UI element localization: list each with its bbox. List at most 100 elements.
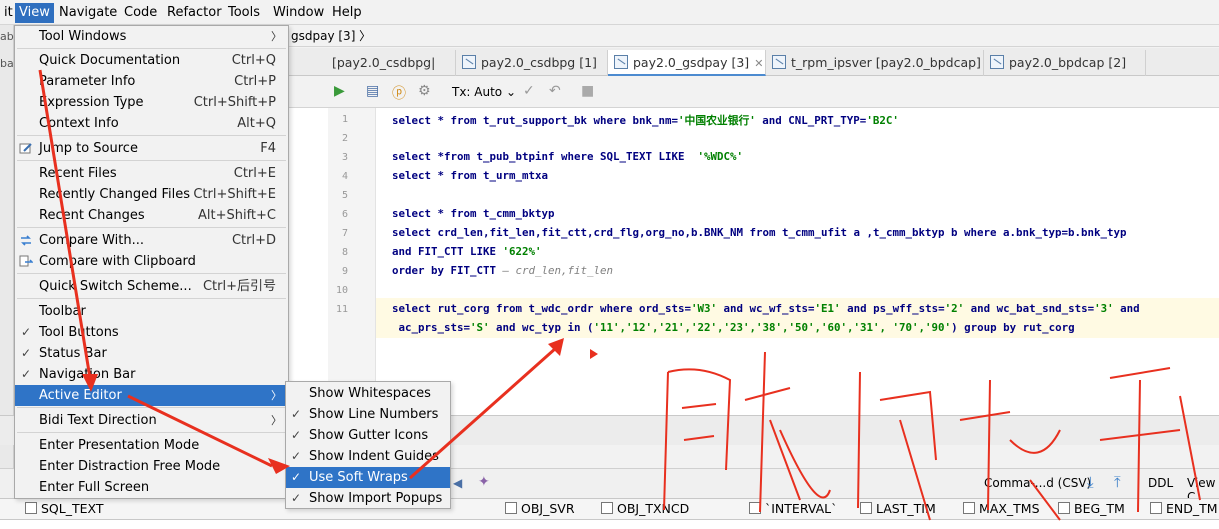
line-number-gutter: 1 2 3 4 5 6 7 8 9 10 11: [328, 108, 376, 415]
menu-item-active-editor[interactable]: Active Editor 〉: [15, 385, 288, 406]
menu-separator: [17, 160, 286, 161]
menu-item-distraction-free-mode[interactable]: Enter Distraction Free Mode: [15, 456, 288, 477]
rollback-icon[interactable]: ↶: [549, 83, 561, 99]
pin-icon[interactable]: ✦: [478, 474, 490, 490]
check-icon: ✓: [21, 325, 32, 339]
tx-label: Tx: Auto: [452, 85, 503, 99]
tab-bpdcap-2[interactable]: pay2.0_bpdcap [2]: [984, 50, 1146, 76]
transaction-mode-select[interactable]: Tx: Auto ⌄: [452, 85, 516, 99]
code-line-9: order by FIT_CTT — crd_len,fit_len: [392, 264, 614, 277]
breadcrumb[interactable]: gsdpay [3] 〉: [288, 25, 1219, 47]
column-icon: [25, 502, 37, 514]
menu-bar: it View Navigate Code Refactor Tools Win…: [0, 0, 1219, 25]
project-strip: ab bas bas: [0, 25, 19, 529]
export-format-select[interactable]: Comma-...d (CSV): [984, 476, 1091, 490]
explain-plan-icon[interactable]: ▤: [366, 83, 379, 99]
column-header[interactable]: BEG_TM: [1058, 501, 1125, 516]
line-number: 9: [341, 266, 348, 277]
strip-label-top: ab: [0, 30, 14, 43]
menu-separator: [17, 298, 286, 299]
menu-item-toolbar[interactable]: Toolbar: [15, 301, 288, 322]
menu-refactor[interactable]: Refactor: [163, 3, 226, 23]
console-icon: [990, 55, 1004, 69]
line-number: 10: [335, 285, 348, 296]
menu-item-full-screen[interactable]: Enter Full Screen: [15, 477, 288, 498]
column-header[interactable]: SQL_TEXT: [25, 501, 104, 516]
tab-csdbpg-partial[interactable]: [pay2.0_csdbpg|: [326, 50, 456, 76]
editor-toolbar: ▶ ▤ ⓟ ⚙ Tx: Auto ⌄ ✓ ↶ ■: [288, 77, 1219, 108]
submenu-item-show-gutter-icons[interactable]: ✓ Show Gutter Icons: [286, 425, 450, 446]
close-icon[interactable]: ✕: [754, 57, 763, 70]
menu-item-quick-switch-scheme[interactable]: Quick Switch Scheme... Ctrl+后引号: [15, 276, 288, 297]
line-number: 2: [341, 133, 348, 144]
menu-item-recently-changed-files[interactable]: Recently Changed Files Ctrl+Shift+E: [15, 184, 288, 205]
column-header[interactable]: MAX_TMS: [963, 501, 1040, 516]
edit-source-icon: [19, 143, 32, 154]
check-icon: ✓: [21, 346, 32, 360]
check-icon: ✓: [291, 470, 302, 484]
run-icon[interactable]: ▶: [334, 83, 345, 99]
upload-icon[interactable]: ⤒: [1114, 473, 1121, 491]
menu-item-tool-buttons[interactable]: ✓ Tool Buttons: [15, 322, 288, 343]
menu-item-bidi-text-direction[interactable]: Bidi Text Direction 〉: [15, 410, 288, 431]
column-header[interactable]: END_TM: [1150, 501, 1218, 516]
menu-separator: [17, 432, 286, 433]
tab-csdbpg-1[interactable]: pay2.0_csdbpg [1]: [456, 50, 608, 76]
column-header[interactable]: `INTERVAL`: [749, 501, 837, 516]
menu-view[interactable]: View: [15, 3, 54, 23]
table-row[interactable]: [0, 520, 1219, 529]
menu-item-compare-with[interactable]: Compare With... Ctrl+D: [15, 230, 288, 251]
chevron-right-icon: 〉: [271, 389, 282, 402]
check-icon: ✓: [291, 449, 302, 463]
menu-item-tool-windows[interactable]: Tool Windows 〉: [15, 26, 288, 47]
menu-help[interactable]: Help: [328, 3, 366, 23]
check-icon: ✓: [21, 367, 32, 381]
column-header[interactable]: OBJ_SVR: [505, 501, 575, 516]
parameters-icon[interactable]: ⓟ: [392, 83, 406, 103]
chevron-right-icon: 〉: [271, 414, 282, 427]
line-number: 5: [341, 190, 348, 201]
sql-editor[interactable]: 1 2 3 4 5 6 7 8 9 10 11 select * from t_…: [288, 108, 1219, 415]
tab-gsdpay-3[interactable]: pay2.0_gsdpay [3] ✕: [608, 50, 766, 76]
menu-separator: [17, 135, 286, 136]
submenu-item-show-whitespaces[interactable]: Show Whitespaces: [286, 383, 450, 404]
column-header[interactable]: OBJ_TXNCD: [601, 501, 689, 516]
console-icon: [462, 55, 476, 69]
code-line-3: select *from t_pub_btpinf where SQL_TEXT…: [392, 150, 744, 163]
check-icon: ✓: [291, 491, 302, 505]
menu-item-presentation-mode[interactable]: Enter Presentation Mode: [15, 435, 288, 456]
column-icon: [505, 502, 517, 514]
code-line-7: select crd_len,fit_len,fit_ctt,crd_flg,o…: [392, 226, 1127, 239]
stop-icon[interactable]: ■: [581, 83, 594, 99]
tab-label: t_rpm_ipsver [pay2.0_bpdcap]: [791, 55, 981, 70]
menu-code[interactable]: Code: [120, 3, 161, 23]
submenu-item-use-soft-wraps[interactable]: ✓ Use Soft Wraps: [286, 467, 450, 488]
menu-item-expression-type[interactable]: Expression Type Ctrl+Shift+P: [15, 92, 288, 113]
menu-tools[interactable]: Tools: [224, 3, 264, 23]
submenu-item-show-import-popups[interactable]: ✓ Show Import Popups: [286, 488, 450, 509]
column-icon: [963, 502, 975, 514]
menu-item-parameter-info[interactable]: Parameter Info Ctrl+P: [15, 71, 288, 92]
ddl-button[interactable]: DDL: [1148, 476, 1173, 490]
commit-icon[interactable]: ✓: [523, 83, 535, 99]
download-icon[interactable]: ⤓: [1087, 473, 1094, 491]
submenu-item-show-indent-guides[interactable]: ✓ Show Indent Guides: [286, 446, 450, 467]
menu-navigate[interactable]: Navigate: [55, 3, 121, 23]
menu-item-status-bar[interactable]: ✓ Status Bar: [15, 343, 288, 364]
menu-item-context-info[interactable]: Context Info Alt+Q: [15, 113, 288, 134]
menu-window[interactable]: Window: [269, 3, 328, 23]
menu-item-recent-files[interactable]: Recent Files Ctrl+E: [15, 163, 288, 184]
menu-item-navigation-bar[interactable]: ✓ Navigation Bar: [15, 364, 288, 385]
tab-rpm-ipsver[interactable]: t_rpm_ipsver [pay2.0_bpdcap]: [766, 50, 984, 76]
menu-item-compare-with-clipboard[interactable]: Compare with Clipboard: [15, 251, 288, 272]
submenu-item-show-line-numbers[interactable]: ✓ Show Line Numbers: [286, 404, 450, 425]
menu-item-recent-changes[interactable]: Recent Changes Alt+Shift+C: [15, 205, 288, 226]
back-icon[interactable]: ◀: [453, 476, 462, 490]
menu-item-quick-documentation[interactable]: Quick Documentation Ctrl+Q: [15, 50, 288, 71]
settings-icon[interactable]: ⚙: [418, 83, 431, 99]
code-line-6: select * from t_cmm_bktyp: [392, 207, 555, 220]
column-header[interactable]: LAST_TIM: [860, 501, 936, 516]
code-line-11-wrap: ac_prs_sts='S' and wc_typ in ('11','12',…: [392, 321, 1075, 334]
check-icon: ✓: [291, 407, 302, 421]
menu-item-jump-to-source[interactable]: Jump to Source F4: [15, 138, 288, 159]
